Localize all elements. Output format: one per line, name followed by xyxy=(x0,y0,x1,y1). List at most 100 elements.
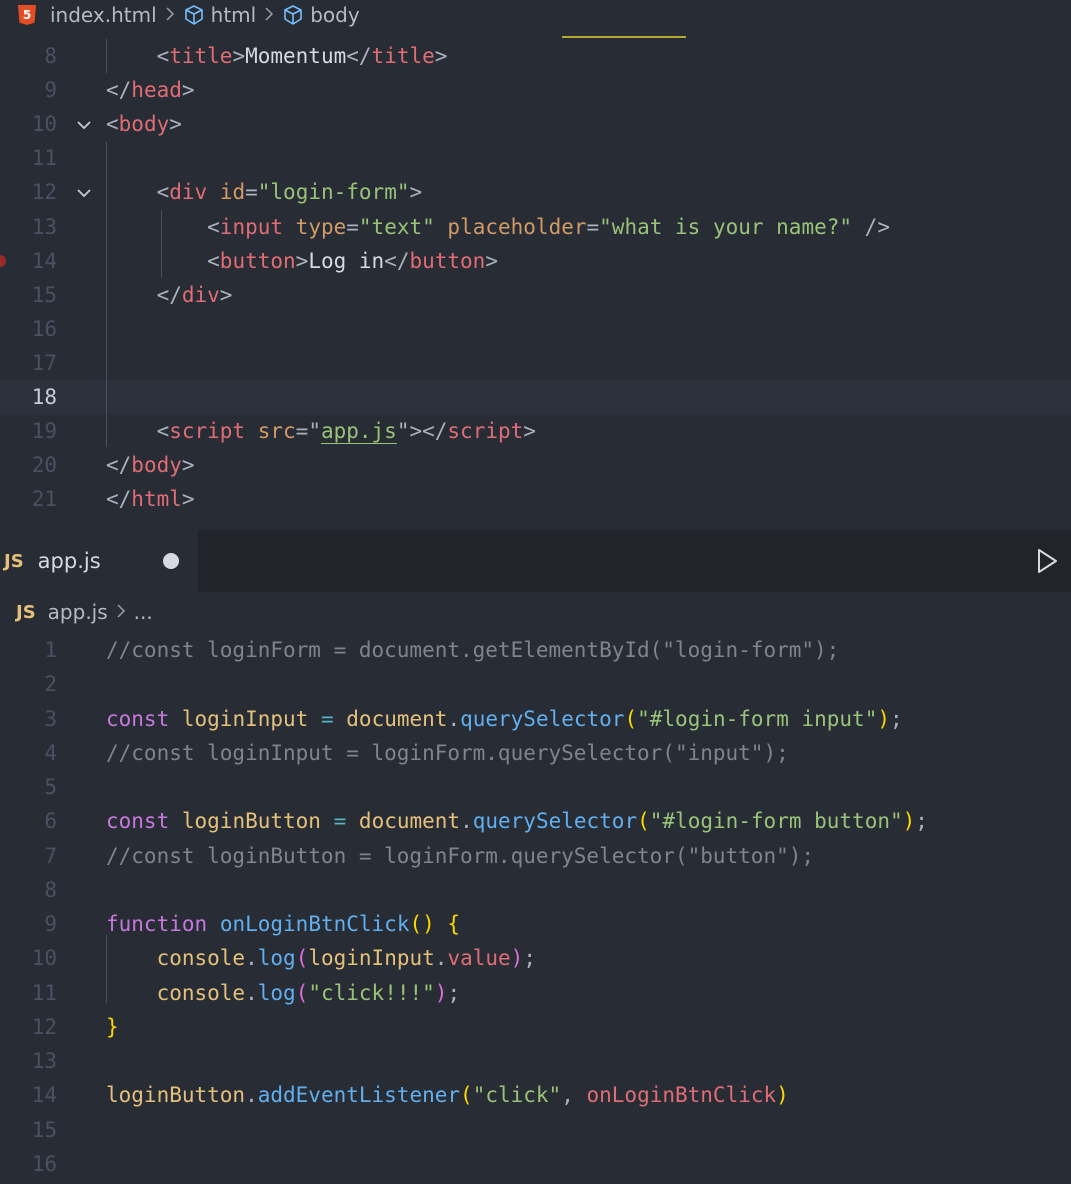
code-line[interactable]: 3 const loginInput = document.querySelect… xyxy=(0,702,1071,736)
code-token: document xyxy=(346,706,448,731)
code-token: //const loginForm = document.getElementB… xyxy=(106,638,840,662)
code-line[interactable]: 11 console.log("click!!!"); xyxy=(0,976,1071,1010)
line-number: 13 xyxy=(31,1049,57,1073)
code-token: Momentum xyxy=(245,44,347,68)
line-number: 12 xyxy=(31,180,57,205)
breadcrumb-file[interactable]: app.js xyxy=(48,600,108,624)
breadcrumb-html-label: html xyxy=(210,3,257,27)
code-token: body xyxy=(118,112,170,137)
code-line[interactable]: 1 //const loginForm = document.getElement… xyxy=(0,633,1071,667)
code-line[interactable]: 5 xyxy=(0,770,1071,804)
line-number: 16 xyxy=(31,316,57,341)
code-text[interactable]: loginButton.addEventListener("click", on… xyxy=(106,1078,789,1112)
breadcrumb: 5 index.html html body xyxy=(0,0,1071,30)
code-text[interactable]: const loginButton = document.querySelect… xyxy=(106,804,928,838)
code-text[interactable]: <input type="text" placeholder="what is … xyxy=(106,210,890,244)
code-line[interactable]: 19 <script src="app.js"></script> xyxy=(0,414,1071,448)
code-line[interactable]: 20 </body> xyxy=(0,448,1071,482)
code-token: > xyxy=(295,248,309,273)
code-token: querySelector xyxy=(460,706,625,731)
code-text[interactable]: console.log(loginInput.value); xyxy=(106,941,536,975)
code-text[interactable]: //const loginInput = loginForm.querySele… xyxy=(106,736,789,770)
breadcrumb-html[interactable]: html xyxy=(183,3,257,27)
js-editor-pane[interactable]: JS app.js JS app.js ... 1 //const loginFo… xyxy=(0,530,1071,1184)
code-line[interactable]: 17 xyxy=(0,346,1071,380)
code-line[interactable]: 10 console.log(loginInput.value); xyxy=(0,941,1071,975)
code-line[interactable]: 9 </head> xyxy=(0,73,1071,107)
fold-chevron-icon[interactable] xyxy=(74,183,94,203)
code-token: < xyxy=(106,112,119,137)
code-line[interactable]: 9 function onLoginBtnClick() { xyxy=(0,907,1071,941)
code-line[interactable]: 13 xyxy=(0,1044,1071,1078)
sticky-scroll-remnant xyxy=(562,36,686,38)
code-token: function xyxy=(106,912,208,936)
code-token: button xyxy=(409,248,486,273)
code-text[interactable]: <div id="login-form"> xyxy=(106,175,423,209)
code-token: < xyxy=(106,248,220,273)
code-token: ( xyxy=(460,1083,473,1108)
line-number: 13 xyxy=(31,214,57,239)
breadcrumb-more[interactable]: ... xyxy=(134,600,153,624)
code-line[interactable]: 12} xyxy=(0,1010,1071,1044)
code-text[interactable]: const loginInput = document.querySelecto… xyxy=(106,702,903,736)
code-line[interactable]: 21 </html> xyxy=(0,482,1071,516)
code-token: log xyxy=(257,946,296,971)
code-token: ) xyxy=(902,809,916,834)
code-token: //const loginButton = loginForm.querySel… xyxy=(106,843,815,868)
html-editor-pane[interactable]: 5 index.html html body 8 <title>Momentum… xyxy=(0,0,1071,530)
code-text[interactable]: function onLoginBtnClick() { xyxy=(106,907,460,941)
line-number: 15 xyxy=(31,1117,57,1142)
code-text[interactable]: <body> xyxy=(106,107,182,141)
code-token: =" xyxy=(295,419,321,444)
code-token: = xyxy=(333,809,347,834)
code-line[interactable]: 8 xyxy=(0,873,1071,907)
code-text[interactable]: } xyxy=(106,1010,119,1044)
code-text[interactable]: console.log("click!!!"); xyxy=(106,976,461,1010)
breadcrumb-file[interactable]: index.html xyxy=(50,3,157,27)
code-text[interactable]: <title>Momentum</title> xyxy=(106,39,448,73)
code-token: type xyxy=(295,214,347,239)
code-line[interactable]: 15 </div> xyxy=(0,278,1071,312)
code-token: input xyxy=(219,214,284,239)
code-line[interactable]: 8 <title>Momentum</title> xyxy=(0,39,1071,73)
code-text[interactable]: </html> xyxy=(106,482,195,516)
line-number: 11 xyxy=(31,146,57,171)
code-text[interactable]: </body> xyxy=(106,448,195,482)
code-line[interactable]: 7 //const loginButton = loginForm.querySe… xyxy=(0,839,1071,873)
code-text[interactable]: <script src="app.js"></script> xyxy=(106,414,536,448)
code-line[interactable]: 10 <body> xyxy=(0,107,1071,141)
tab-bar: JS app.js xyxy=(0,530,1071,592)
tab-app-js[interactable]: JS app.js xyxy=(0,530,198,592)
line-number: 11 xyxy=(31,980,57,1005)
fold-chevron-icon[interactable] xyxy=(74,115,94,135)
cube-icon xyxy=(284,5,303,25)
code-line[interactable]: 11 xyxy=(0,141,1071,175)
line-number: 9 xyxy=(44,78,57,103)
code-line[interactable]: 4 //const loginInput = loginForm.querySel… xyxy=(0,736,1071,770)
code-line[interactable]: 15 xyxy=(0,1113,1071,1147)
breadcrumb-body[interactable]: body xyxy=(282,3,360,27)
code-line[interactable]: 2 xyxy=(0,667,1071,701)
code-token: </ xyxy=(106,282,182,307)
code-text[interactable]: </div> xyxy=(106,278,233,312)
code-text[interactable]: </head> xyxy=(106,73,195,107)
code-line[interactable]: 12 <div id="login-form"> xyxy=(0,175,1071,209)
code-token: . xyxy=(245,946,258,971)
code-line[interactable]: 16 xyxy=(0,312,1071,346)
code-text[interactable]: <button>Log in</button> xyxy=(106,244,498,278)
line-number: 10 xyxy=(31,112,57,137)
code-line[interactable]: 16 xyxy=(0,1147,1071,1181)
code-text[interactable]: //const loginButton = loginForm.querySel… xyxy=(106,839,814,873)
code-line[interactable]: 14 loginButton.addEventListener("click", … xyxy=(0,1078,1071,1112)
unsaved-dot-icon[interactable] xyxy=(163,553,179,569)
code-line[interactable]: 6 const loginButton = document.querySelec… xyxy=(0,804,1071,838)
code-text[interactable]: //const loginForm = document.getElementB… xyxy=(106,633,839,667)
code-token: const xyxy=(106,706,170,731)
run-play-icon[interactable] xyxy=(1035,547,1059,575)
code-line[interactable]: 18 xyxy=(0,380,1071,414)
line-number: 14 xyxy=(31,248,57,273)
